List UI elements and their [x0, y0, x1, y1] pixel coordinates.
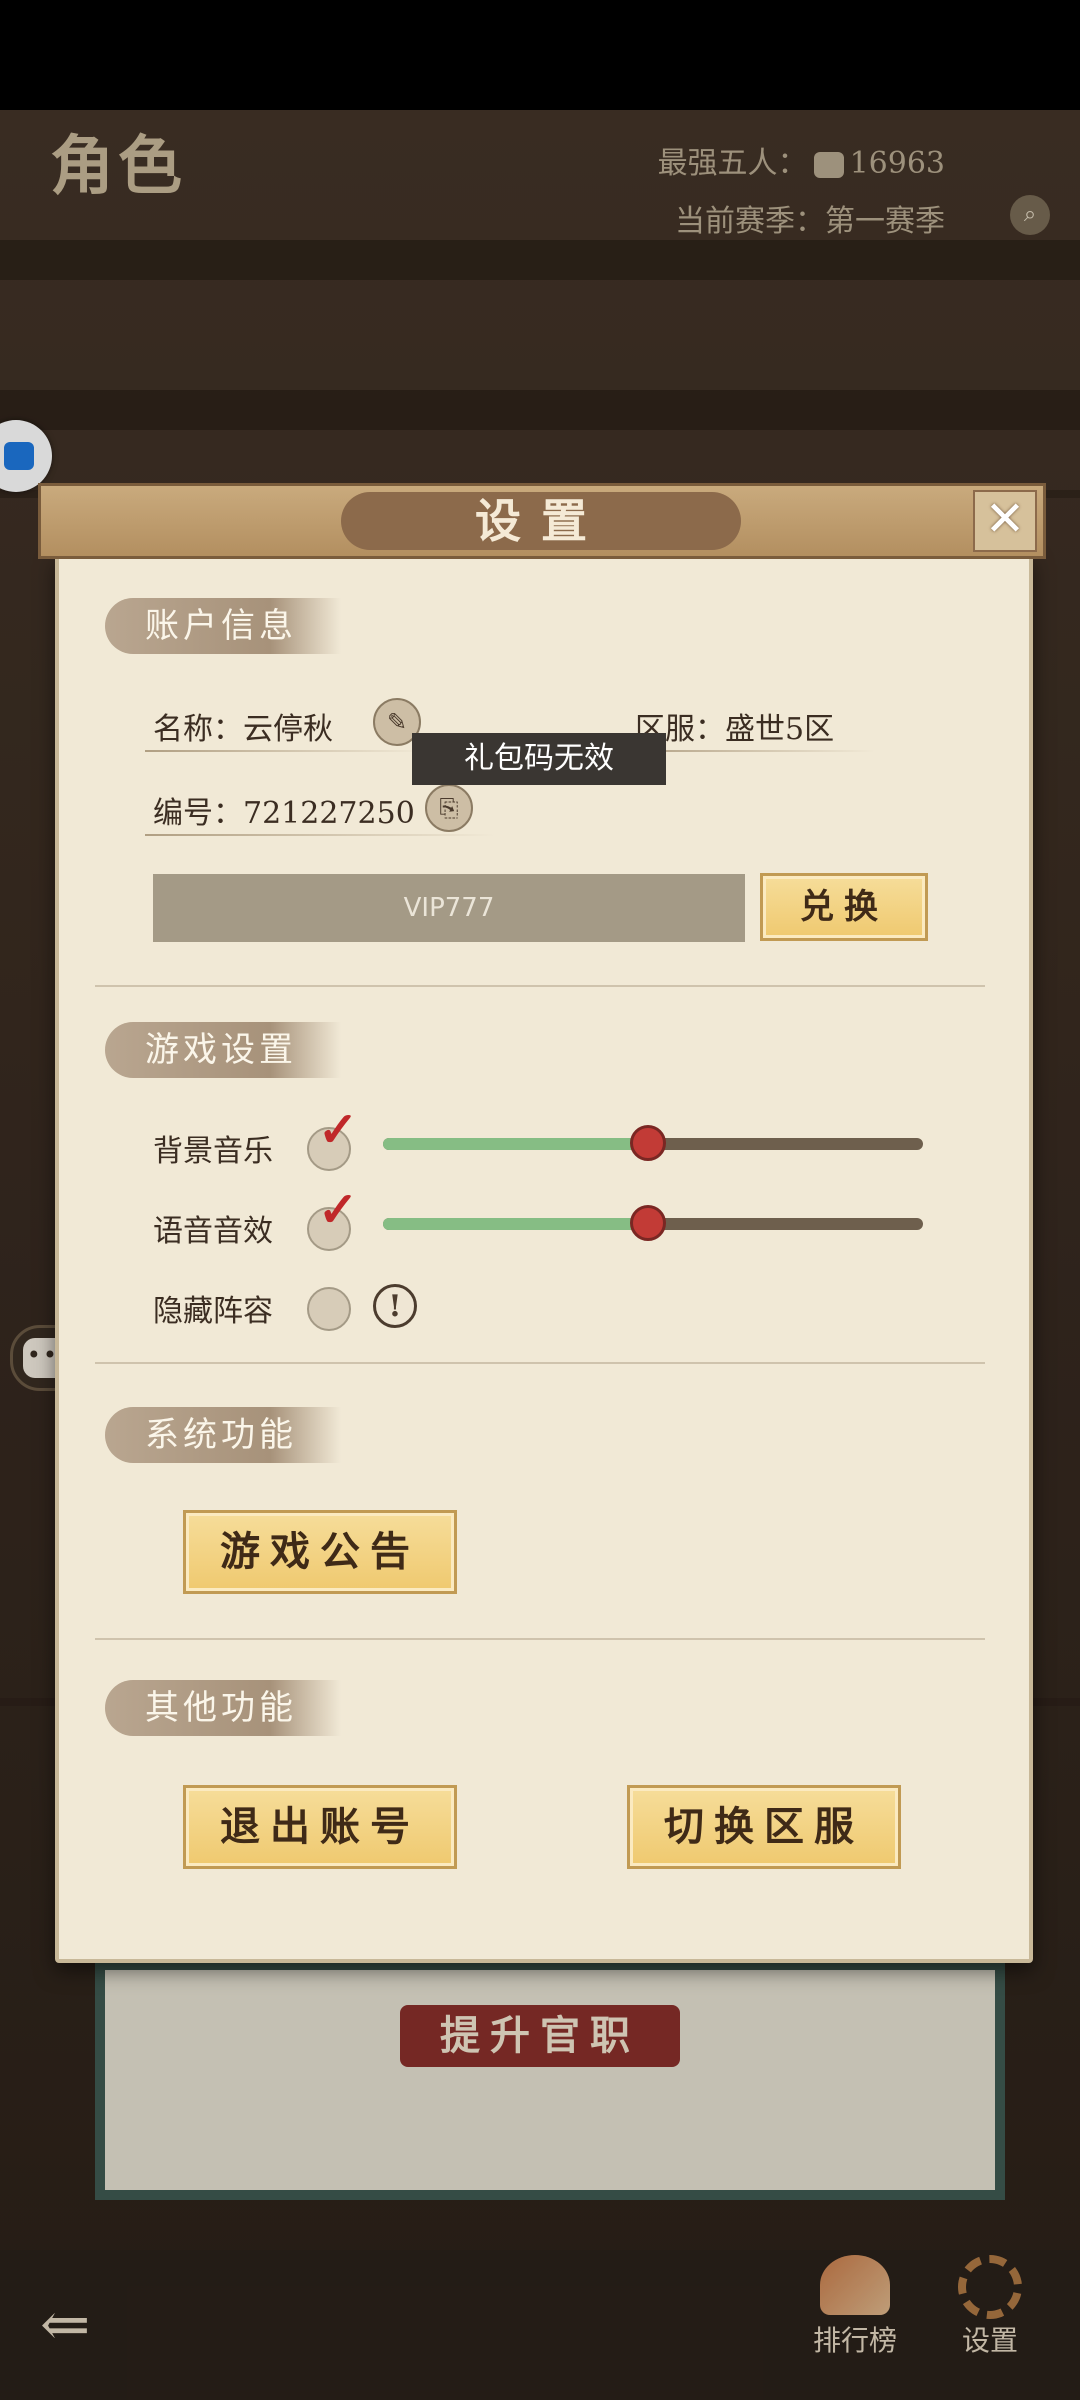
announcement-button[interactable]: 游戏公告 — [183, 1510, 457, 1594]
bgm-slider-thumb[interactable] — [629, 1125, 666, 1161]
divider-line — [145, 834, 495, 836]
section-divider — [95, 985, 985, 987]
toast-message: 礼包码无效 — [412, 733, 666, 785]
bgm-label: 背景音乐 — [153, 1134, 273, 1169]
info-icon[interactable]: ! — [373, 1284, 417, 1328]
section-divider — [95, 1362, 985, 1364]
voice-slider-thumb[interactable] — [629, 1205, 666, 1241]
voice-slider-fill — [383, 1218, 648, 1230]
section-game-settings: 游戏设置 — [105, 1022, 341, 1078]
dialog-header: 设置 ✕ — [38, 483, 1046, 559]
bgm-slider[interactable] — [383, 1125, 923, 1161]
section-divider — [95, 1638, 985, 1640]
dialog-title: 设置 — [341, 492, 741, 550]
voice-slider[interactable] — [383, 1205, 923, 1241]
close-button[interactable]: ✕ — [973, 490, 1037, 552]
voice-label: 语音音效 — [153, 1214, 273, 1249]
status-bar — [0, 0, 1080, 110]
redeem-button[interactable]: 兑换 — [760, 873, 928, 941]
hide-lineup-checkbox[interactable] — [307, 1287, 351, 1331]
bgm-slider-fill — [383, 1138, 648, 1150]
hide-lineup-label: 隐藏阵容 — [153, 1294, 273, 1329]
divider-line — [145, 750, 425, 752]
section-other-functions: 其他功能 — [105, 1680, 341, 1736]
checkmark-icon: ✓ — [318, 1102, 359, 1158]
account-id: 编号：721227250 — [153, 796, 415, 831]
gift-code-input[interactable] — [153, 874, 745, 942]
switch-server-button[interactable]: 切换区服 — [627, 1785, 901, 1869]
section-system-functions: 系统功能 — [105, 1407, 341, 1463]
logout-button[interactable]: 退出账号 — [183, 1785, 457, 1869]
checkmark-icon: ✓ — [318, 1182, 359, 1238]
copy-icon[interactable]: ⎘ — [425, 784, 473, 832]
account-name: 名称：云停秋 — [153, 712, 333, 747]
section-account-info: 账户信息 — [105, 598, 341, 654]
